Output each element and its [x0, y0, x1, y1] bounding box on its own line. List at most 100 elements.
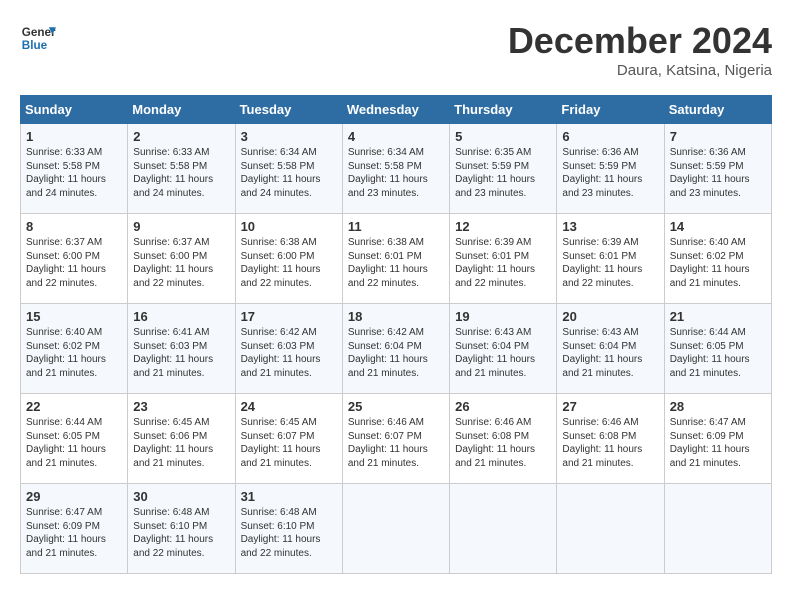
day-number: 11 — [348, 219, 444, 234]
cell-info: Sunrise: 6:42 AM Sunset: 6:03 PM Dayligh… — [241, 326, 337, 380]
day-number: 25 — [348, 399, 444, 414]
cell-info: Sunrise: 6:48 AM Sunset: 6:10 PM Dayligh… — [133, 506, 229, 560]
cell-info: Sunrise: 6:37 AM Sunset: 6:00 PM Dayligh… — [26, 236, 122, 290]
day-number: 28 — [670, 399, 766, 414]
calendar-cell: 23 Sunrise: 6:45 AM Sunset: 6:06 PM Dayli… — [128, 394, 235, 484]
calendar-cell: 3Sunrise: 6:34 AM Sunset: 5:58 PM Daylig… — [235, 124, 342, 214]
calendar-cell: 20 Sunrise: 6:43 AM Sunset: 6:04 PM Dayli… — [557, 304, 664, 394]
logo: General Blue — [20, 20, 56, 56]
calendar-cell: 8 Sunrise: 6:37 AM Sunset: 6:00 PM Daylig… — [21, 214, 128, 304]
cell-info: Sunrise: 6:40 AM Sunset: 6:02 PM Dayligh… — [670, 236, 766, 290]
day-number: 16 — [133, 309, 229, 324]
cell-info: Sunrise: 6:39 AM Sunset: 6:01 PM Dayligh… — [455, 236, 551, 290]
calendar-cell: 29Sunrise: 6:47 AM Sunset: 6:09 PM Dayli… — [21, 484, 128, 574]
day-number: 27 — [562, 399, 658, 414]
cell-info: Sunrise: 6:44 AM Sunset: 6:05 PM Dayligh… — [670, 326, 766, 380]
cell-info: Sunrise: 6:45 AM Sunset: 6:06 PM Dayligh… — [133, 416, 229, 470]
column-header-thursday: Thursday — [450, 96, 557, 124]
day-number: 15 — [26, 309, 122, 324]
cell-info: Sunrise: 6:43 AM Sunset: 6:04 PM Dayligh… — [562, 326, 658, 380]
cell-info: Sunrise: 6:43 AM Sunset: 6:04 PM Dayligh… — [455, 326, 551, 380]
day-number: 3 — [241, 129, 337, 144]
cell-info: Sunrise: 6:41 AM Sunset: 6:03 PM Dayligh… — [133, 326, 229, 380]
day-number: 26 — [455, 399, 551, 414]
column-header-tuesday: Tuesday — [235, 96, 342, 124]
cell-info: Sunrise: 6:46 AM Sunset: 6:08 PM Dayligh… — [455, 416, 551, 470]
day-number: 30 — [133, 489, 229, 504]
day-number: 12 — [455, 219, 551, 234]
week-row-1: 1 Sunrise: 6:33 AM Sunset: 5:58 PM Daylig… — [21, 124, 772, 214]
day-number: 13 — [562, 219, 658, 234]
column-header-wednesday: Wednesday — [342, 96, 449, 124]
column-header-friday: Friday — [557, 96, 664, 124]
column-header-saturday: Saturday — [664, 96, 771, 124]
day-number: 24 — [241, 399, 337, 414]
day-number: 2 — [133, 129, 229, 144]
cell-info: Sunrise: 6:36 AM Sunset: 5:59 PM Dayligh… — [670, 146, 766, 200]
calendar-cell: 15 Sunrise: 6:40 AM Sunset: 6:02 PM Dayli… — [21, 304, 128, 394]
logo-icon: General Blue — [20, 20, 56, 56]
day-number: 4 — [348, 129, 444, 144]
cell-info: Sunrise: 6:36 AM Sunset: 5:59 PM Dayligh… — [562, 146, 658, 200]
cell-info: Sunrise: 6:37 AM Sunset: 6:00 PM Dayligh… — [133, 236, 229, 290]
cell-info: Sunrise: 6:34 AM Sunset: 5:58 PM Dayligh… — [348, 146, 444, 200]
cell-info: Sunrise: 6:44 AM Sunset: 6:05 PM Dayligh… — [26, 416, 122, 470]
calendar-cell: 28 Sunrise: 6:47 AM Sunset: 6:09 PM Dayli… — [664, 394, 771, 484]
calendar-cell: 17 Sunrise: 6:42 AM Sunset: 6:03 PM Dayli… — [235, 304, 342, 394]
calendar-cell: 7 Sunrise: 6:36 AM Sunset: 5:59 PM Daylig… — [664, 124, 771, 214]
calendar-cell: 24Sunrise: 6:45 AM Sunset: 6:07 PM Dayli… — [235, 394, 342, 484]
cell-info: Sunrise: 6:35 AM Sunset: 5:59 PM Dayligh… — [455, 146, 551, 200]
column-header-sunday: Sunday — [21, 96, 128, 124]
cell-info: Sunrise: 6:38 AM Sunset: 6:00 PM Dayligh… — [241, 236, 337, 290]
calendar-header-row: SundayMondayTuesdayWednesdayThursdayFrid… — [21, 96, 772, 124]
calendar-cell: 31 Sunrise: 6:48 AM Sunset: 6:10 PM Dayli… — [235, 484, 342, 574]
day-number: 8 — [26, 219, 122, 234]
day-number: 10 — [241, 219, 337, 234]
cell-info: Sunrise: 6:42 AM Sunset: 6:04 PM Dayligh… — [348, 326, 444, 380]
calendar-cell: 19 Sunrise: 6:43 AM Sunset: 6:04 PM Dayli… — [450, 304, 557, 394]
cell-info: Sunrise: 6:38 AM Sunset: 6:01 PM Dayligh… — [348, 236, 444, 290]
column-header-monday: Monday — [128, 96, 235, 124]
month-title: December 2024 — [508, 20, 772, 62]
day-number: 20 — [562, 309, 658, 324]
cell-info: Sunrise: 6:33 AM Sunset: 5:58 PM Dayligh… — [133, 146, 229, 200]
calendar-cell: 14 Sunrise: 6:40 AM Sunset: 6:02 PM Dayli… — [664, 214, 771, 304]
calendar-cell: 1 Sunrise: 6:33 AM Sunset: 5:58 PM Daylig… — [21, 124, 128, 214]
calendar-cell: 9Sunrise: 6:37 AM Sunset: 6:00 PM Daylig… — [128, 214, 235, 304]
calendar-cell: 2 Sunrise: 6:33 AM Sunset: 5:58 PM Daylig… — [128, 124, 235, 214]
day-number: 31 — [241, 489, 337, 504]
week-row-4: 22 Sunrise: 6:44 AM Sunset: 6:05 PM Dayli… — [21, 394, 772, 484]
cell-info: Sunrise: 6:40 AM Sunset: 6:02 PM Dayligh… — [26, 326, 122, 380]
calendar-cell — [342, 484, 449, 574]
cell-info: Sunrise: 6:48 AM Sunset: 6:10 PM Dayligh… — [241, 506, 337, 560]
calendar-cell — [450, 484, 557, 574]
cell-info: Sunrise: 6:46 AM Sunset: 6:08 PM Dayligh… — [562, 416, 658, 470]
calendar-cell — [664, 484, 771, 574]
location-subtitle: Daura, Katsina, Nigeria — [508, 62, 772, 79]
day-number: 17 — [241, 309, 337, 324]
calendar-cell: 4 Sunrise: 6:34 AM Sunset: 5:58 PM Daylig… — [342, 124, 449, 214]
day-number: 23 — [133, 399, 229, 414]
calendar-cell: 18Sunrise: 6:42 AM Sunset: 6:04 PM Dayli… — [342, 304, 449, 394]
calendar-cell: 25Sunrise: 6:46 AM Sunset: 6:07 PM Dayli… — [342, 394, 449, 484]
cell-info: Sunrise: 6:47 AM Sunset: 6:09 PM Dayligh… — [26, 506, 122, 560]
week-row-5: 29Sunrise: 6:47 AM Sunset: 6:09 PM Dayli… — [21, 484, 772, 574]
day-number: 14 — [670, 219, 766, 234]
cell-info: Sunrise: 6:47 AM Sunset: 6:09 PM Dayligh… — [670, 416, 766, 470]
day-number: 1 — [26, 129, 122, 144]
day-number: 19 — [455, 309, 551, 324]
calendar-cell: 22 Sunrise: 6:44 AM Sunset: 6:05 PM Dayli… — [21, 394, 128, 484]
week-row-3: 15 Sunrise: 6:40 AM Sunset: 6:02 PM Dayli… — [21, 304, 772, 394]
calendar-cell: 12 Sunrise: 6:39 AM Sunset: 6:01 PM Dayli… — [450, 214, 557, 304]
day-number: 5 — [455, 129, 551, 144]
calendar-cell: 27 Sunrise: 6:46 AM Sunset: 6:08 PM Dayli… — [557, 394, 664, 484]
calendar-cell: 21 Sunrise: 6:44 AM Sunset: 6:05 PM Dayli… — [664, 304, 771, 394]
day-number: 7 — [670, 129, 766, 144]
day-number: 21 — [670, 309, 766, 324]
cell-info: Sunrise: 6:33 AM Sunset: 5:58 PM Dayligh… — [26, 146, 122, 200]
calendar-cell: 5 Sunrise: 6:35 AM Sunset: 5:59 PM Daylig… — [450, 124, 557, 214]
calendar-cell — [557, 484, 664, 574]
day-number: 22 — [26, 399, 122, 414]
title-block: December 2024 Daura, Katsina, Nigeria — [508, 20, 772, 79]
week-row-2: 8 Sunrise: 6:37 AM Sunset: 6:00 PM Daylig… — [21, 214, 772, 304]
